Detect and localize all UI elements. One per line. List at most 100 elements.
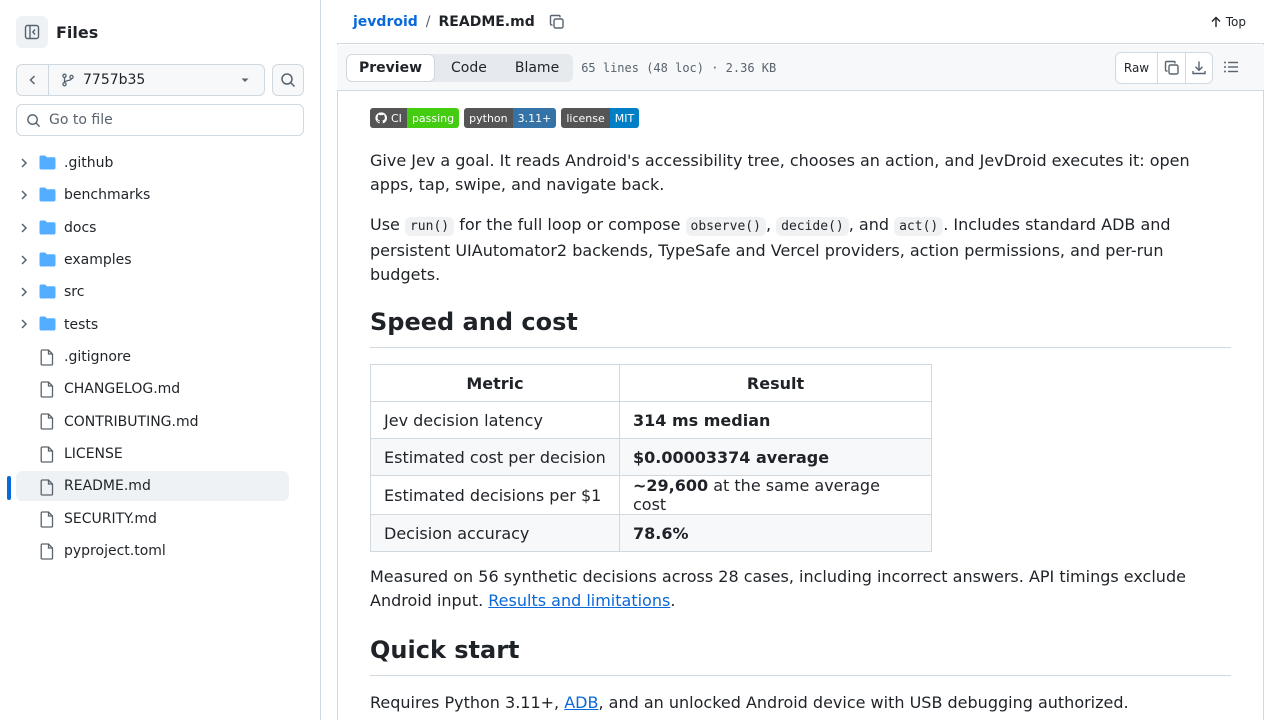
list-outline-icon [1224, 61, 1238, 73]
metric-cell: Estimated cost per decision [370, 438, 620, 476]
table-row: Estimated cost per decision $0.00003374 … [370, 438, 932, 476]
outline-button[interactable] [1222, 58, 1240, 80]
table-row: Decision accuracy 78.6% [370, 514, 932, 552]
python-badge[interactable]: python 3.11+ [464, 108, 557, 128]
back-button[interactable] [17, 65, 49, 95]
collapse-sidebar-button[interactable] [16, 16, 48, 48]
expand-toggle[interactable] [18, 157, 30, 173]
raw-button[interactable]: Raw [1116, 53, 1158, 83]
tree-folder-item[interactable]: src [0, 276, 320, 308]
tree-file-item[interactable]: README.md [0, 470, 320, 501]
file-icon-wrap [39, 381, 55, 402]
tree-folder-item[interactable]: examples [0, 244, 320, 276]
tab-blame[interactable]: Blame [502, 54, 573, 82]
active-indicator [7, 475, 11, 500]
copy-path-button[interactable] [549, 14, 565, 30]
search-icon [281, 73, 296, 88]
tree-item-label: CHANGELOG.md [64, 381, 181, 398]
go-to-file-input[interactable] [49, 112, 289, 128]
badge-value: passing [406, 108, 460, 128]
intro-paragraph: Give Jev a goal. It reads Android's acce… [370, 151, 1190, 194]
arrow-up-icon [1211, 16, 1221, 27]
expand-toggle[interactable] [18, 318, 30, 334]
tree-folder-item[interactable]: .github [0, 147, 320, 179]
folder-icon [39, 187, 56, 202]
tree-file-item[interactable]: SECURITY.md [0, 503, 320, 535]
result-cell: 78.6% [619, 514, 932, 552]
tree-item-label: pyproject.toml [64, 543, 166, 559]
file-icon-wrap [39, 349, 55, 370]
table-header-result: Result [619, 364, 932, 402]
raw-actions-group: Raw [1115, 52, 1213, 84]
sidebar-title: Files [56, 22, 99, 42]
metric-cell: Estimated decisions per $1 [370, 475, 620, 515]
tree-item-label: .github [64, 155, 114, 172]
file-meta: 65 lines (48 loc) · 2.36 KB [581, 60, 777, 75]
copy-icon [1164, 60, 1179, 75]
license-badge[interactable]: license MIT [561, 108, 640, 128]
tree-item-label: README.md [64, 477, 151, 494]
expand-toggle[interactable] [18, 254, 30, 270]
folder-icon-wrap [39, 220, 56, 239]
tree-folder-item[interactable]: docs [0, 212, 320, 244]
tree-file-item[interactable]: LICENSE [0, 438, 320, 470]
heading-quick-start: Quick start [370, 636, 1231, 676]
badges: CI passing python 3.11+ license MIT [370, 108, 644, 128]
file-icon [40, 381, 54, 398]
tree-file-item[interactable]: pyproject.toml [0, 535, 320, 567]
badge-label: CI [391, 111, 402, 125]
tree-item-label: SECURITY.md [64, 510, 157, 527]
file-icon-wrap [39, 543, 55, 564]
go-to-file-field[interactable] [16, 104, 304, 136]
download-button[interactable] [1186, 53, 1212, 83]
breadcrumb-repo-link[interactable]: jevdroid [353, 14, 418, 30]
result-cell: 314 ms median [619, 401, 932, 439]
sidebar-header: Files [16, 16, 98, 48]
file-icon-wrap [39, 446, 55, 467]
chevron-right-icon [21, 223, 28, 233]
badge-value: 3.11+ [512, 108, 557, 128]
search-files-button[interactable] [272, 64, 304, 96]
chevron-right-icon [21, 319, 28, 330]
file-icon-wrap [39, 413, 55, 434]
badge-label: python [464, 108, 513, 128]
branch-row: 7757b35 [16, 64, 304, 96]
search-icon [27, 113, 41, 127]
view-mode-tabs: Preview Code Blame [346, 53, 574, 82]
results-limitations-link[interactable]: Results and limitations [488, 591, 670, 610]
branch-selector[interactable]: 7757b35 [16, 64, 265, 96]
expand-toggle[interactable] [18, 286, 30, 302]
back-to-top-button[interactable]: Top [1210, 15, 1246, 29]
tree-file-item[interactable]: .gitignore [0, 341, 320, 373]
metrics-table: Metric Result Jev decision latency 314 m… [370, 364, 932, 552]
github-icon [375, 112, 387, 124]
file-tree: .github benchmarks docs examples src tests .gi… [0, 147, 320, 567]
tab-preview[interactable]: Preview [346, 53, 436, 82]
folder-icon-wrap [39, 187, 56, 206]
tree-item-label: CONTRIBUTING.md [64, 413, 199, 430]
adb-link[interactable]: ADB [564, 693, 598, 712]
tree-folder-item[interactable]: benchmarks [0, 179, 320, 211]
chevron-right-icon [21, 287, 28, 297]
tree-item-label: src [64, 284, 85, 301]
tree-file-item[interactable]: CHANGELOG.md [0, 373, 320, 405]
tree-folder-item[interactable]: tests [0, 308, 320, 340]
tree-item-label: benchmarks [64, 187, 151, 204]
badge-value: MIT [609, 108, 640, 128]
tree-item-label: LICENSE [64, 445, 123, 462]
chevron-right-icon [21, 255, 28, 265]
table-header-row: Metric Result [370, 364, 932, 402]
expand-toggle[interactable] [18, 222, 30, 238]
tree-file-item[interactable]: CONTRIBUTING.md [0, 405, 320, 437]
file-icon [40, 510, 54, 528]
code-act: act() [894, 217, 944, 236]
branch-name: 7757b35 [83, 72, 146, 88]
copy-icon [549, 14, 564, 29]
copy-raw-button[interactable] [1158, 53, 1186, 83]
branch-dropdown[interactable]: 7757b35 [49, 72, 264, 88]
ci-badge[interactable]: CI passing [370, 108, 460, 128]
tree-item-label: examples [64, 252, 132, 269]
expand-toggle[interactable] [18, 189, 30, 205]
chevron-left-icon [28, 75, 35, 85]
tab-code[interactable]: Code [435, 54, 502, 82]
